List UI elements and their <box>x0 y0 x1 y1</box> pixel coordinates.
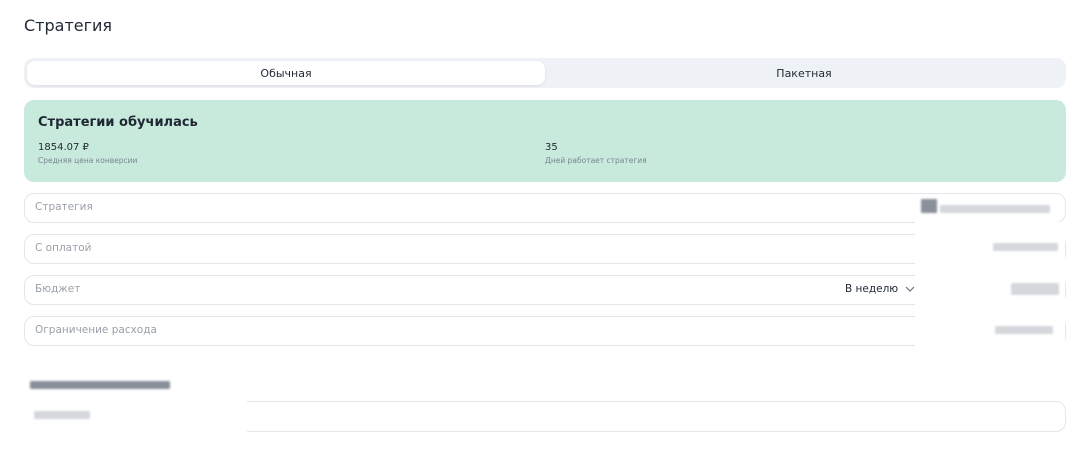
budget-period-select[interactable]: В неделю <box>845 283 916 295</box>
metric-label: Средняя цена конверсии <box>38 156 138 165</box>
payment-field[interactable]: С оплатой <box>24 234 1066 264</box>
redacted-block <box>940 205 1050 213</box>
page-title: Стратегия <box>24 16 113 35</box>
budget-field-placeholder: Бюджет <box>35 283 81 295</box>
spend-limit-field-placeholder: Ограничение расхода <box>35 324 157 336</box>
status-title: Стратегии обучилась <box>38 115 198 130</box>
metric-label: Дней работает стратегия <box>545 156 647 165</box>
metric-value: 1854.07 ₽ <box>38 142 89 153</box>
strategy-status-panel: Стратегии обучилась 1854.07 ₽ Средняя це… <box>24 100 1066 182</box>
tab-batch[interactable]: Пакетная <box>545 61 1063 85</box>
redacted-block <box>1011 283 1059 295</box>
redacted-block <box>34 411 90 419</box>
redacted-block <box>921 199 937 213</box>
budget-field[interactable]: Бюджет В неделю <box>24 275 1066 305</box>
redacted-block <box>995 326 1053 334</box>
metric-avg-conversion-price: 1854.07 ₽ Средняя цена конверсии <box>38 142 137 165</box>
strategy-mode-tabs: Обычная Пакетная <box>24 58 1066 88</box>
budget-period-value: В неделю <box>845 283 899 295</box>
strategy-field[interactable]: Стратегия <box>24 193 1066 223</box>
redacted-block <box>30 381 170 389</box>
metric-days-running: 35 Дней работает стратегия <box>545 142 647 165</box>
strategy-field-placeholder: Стратегия <box>35 201 93 213</box>
redacted-block <box>993 243 1058 251</box>
metric-value: 35 <box>545 142 558 153</box>
tab-regular[interactable]: Обычная <box>27 61 545 85</box>
payment-field-placeholder: С оплатой <box>35 242 92 254</box>
spend-limit-field[interactable]: Ограничение расхода <box>24 316 1066 346</box>
